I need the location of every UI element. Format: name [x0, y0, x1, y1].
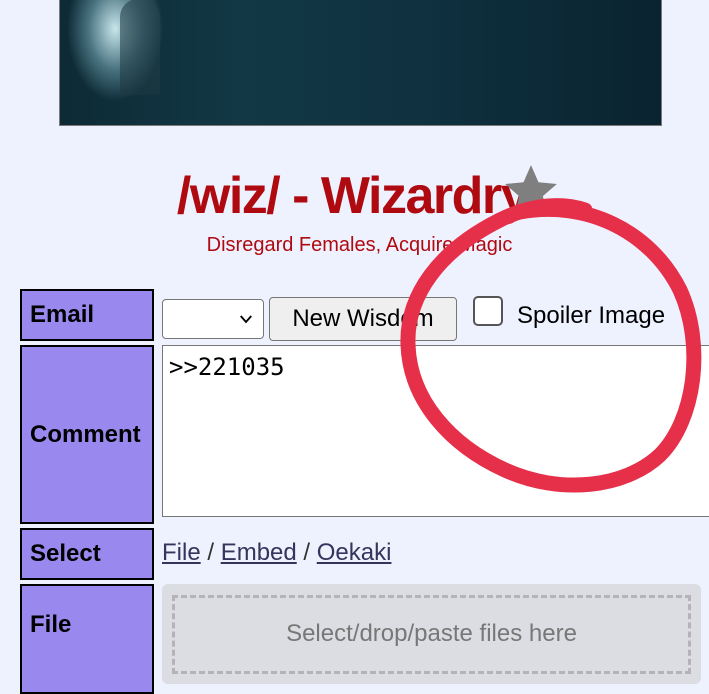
new-wisdom-button[interactable]: New Wisdom [269, 297, 457, 341]
file-dropzone[interactable]: Select/drop/paste files here [162, 584, 701, 684]
spoiler-label[interactable]: Spoiler Image [517, 302, 665, 330]
file-link[interactable]: File [162, 539, 201, 566]
chevron-down-icon [240, 315, 252, 324]
link-separator: / [207, 539, 215, 566]
comment-textarea[interactable]: >>221035 [162, 345, 709, 517]
email-select[interactable] [162, 299, 264, 339]
file-label: File [20, 584, 154, 694]
email-label: Email [20, 289, 154, 341]
board-title: /wiz/ - Wizardry [0, 166, 709, 226]
banner-figure [120, 0, 160, 95]
file-dropzone-border: Select/drop/paste files here [172, 595, 691, 674]
star-icon[interactable] [500, 160, 562, 222]
comment-label: Comment [20, 345, 154, 524]
spoiler-checkbox[interactable] [473, 296, 503, 326]
select-links: File / Embed / Oekaki [162, 539, 391, 567]
link-separator: / [303, 539, 311, 566]
board-banner-image [59, 0, 662, 126]
embed-link[interactable]: Embed [221, 539, 297, 566]
file-dropzone-text: Select/drop/paste files here [286, 620, 577, 647]
oekaki-link[interactable]: Oekaki [317, 539, 392, 566]
select-label: Select [20, 528, 154, 580]
board-subtitle: Disregard Females, Acquire Magic [206, 234, 513, 256]
board-title-text: /wiz/ - Wizardry [176, 167, 530, 225]
